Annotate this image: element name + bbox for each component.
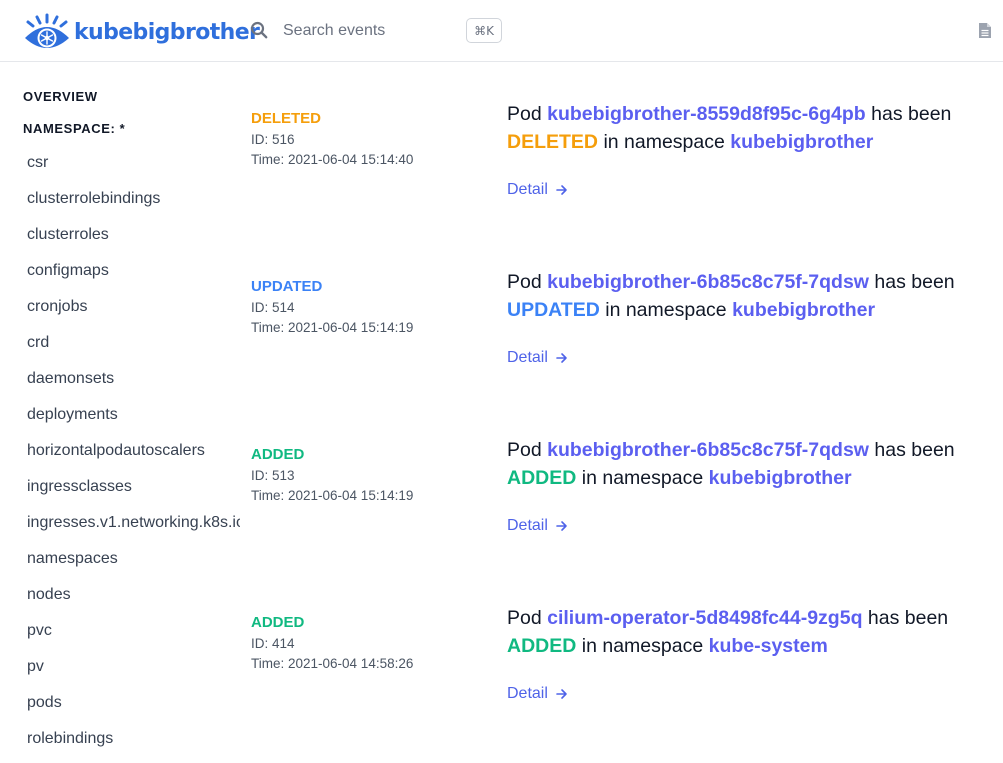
event-status: UPDATED [251,278,323,295]
event-namespace-prefix: in namespace [603,131,725,153]
sidebar-item-csr[interactable]: csr [27,154,240,172]
event-namespace-prefix: in namespace [581,635,704,657]
sidebar-item-daemonsets[interactable]: daemonsets [27,370,240,388]
event-verb: has been [867,607,949,629]
event-namespace-prefix: in namespace [581,467,704,489]
event-verb: has been [874,439,955,461]
detail-link[interactable]: Detail [507,349,568,367]
sidebar-item-ingresses[interactable]: ingresses.v1.networking.k8s.io [27,514,240,532]
namespace-link[interactable]: kubebigbrother [709,467,852,489]
sidebar: OVERVIEW NAMESPACE: * csr clusterrolebin… [0,62,240,763]
event-kind: Pod [507,103,542,125]
resource-name-link[interactable]: cilium-operator-5d8498fc44-9zg5q [547,607,862,629]
resource-name-link[interactable]: kubebigbrother-8559d8f95c-6g4pb [547,103,866,125]
sidebar-item-crd[interactable]: crd [27,334,240,352]
resource-name-link[interactable]: kubebigbrother-6b85c8c75f-7qdsw [547,439,869,461]
event-status: ADDED [251,614,305,631]
arrow-right-icon [556,689,567,699]
resource-name-link[interactable]: kubebigbrother-6b85c8c75f-7qdsw [547,271,869,293]
event-time: Time: 2021-06-04 15:14:19 [251,320,414,335]
event-time: Time: 2021-06-04 15:14:40 [251,152,414,167]
app-name: kubebigbrother [74,19,260,45]
eye-helm-logo-icon [25,13,69,48]
detail-label: Detail [507,181,548,198]
sidebar-item-namespaces[interactable]: namespaces [27,550,240,568]
sidebar-item-clusterrolebindings[interactable]: clusterrolebindings [27,190,240,208]
arrow-right-icon [556,521,567,531]
namespace-link[interactable]: kube-system [709,635,828,657]
sidebar-item-pods[interactable]: pods [27,694,240,712]
event-id: ID: 514 [251,300,295,315]
search-icon [250,21,268,39]
sidebar-item-deployments[interactable]: deployments [27,406,240,424]
detail-label: Detail [507,685,548,702]
overview-link[interactable]: OVERVIEW [23,89,98,104]
event-item: ADDED ID: 414 Time: 2021-06-04 14:58:26 … [251,607,991,744]
event-id: ID: 414 [251,636,295,651]
event-message: Pod kubebigbrother-8559d8f95c-6g4pb has … [507,100,997,156]
top-bar: kubebigbrother ⌘K [0,0,1003,62]
detail-link[interactable]: Detail [507,181,568,199]
detail-label: Detail [507,517,548,534]
sidebar-item-nodes[interactable]: nodes [27,586,240,604]
sidebar-item-configmaps[interactable]: configmaps [27,262,240,280]
sidebar-item-pv[interactable]: pv [27,658,240,676]
event-message: Pod cilium-operator-5d8498fc44-9zg5q has… [507,604,997,660]
event-kind: Pod [507,607,542,629]
event-item: DELETED ID: 516 Time: 2021-06-04 15:14:4… [251,103,991,240]
event-message: Pod kubebigbrother-6b85c8c75f-7qdsw has … [507,268,997,324]
event-time: Time: 2021-06-04 15:14:19 [251,488,414,503]
event-kind: Pod [507,439,542,461]
event-status: DELETED [251,110,322,127]
event-action: UPDATED [507,299,600,321]
sidebar-item-pvc[interactable]: pvc [27,622,240,640]
sidebar-item-cronjobs[interactable]: cronjobs [27,298,240,316]
sidebar-item-ingressclasses[interactable]: ingressclasses [27,478,240,496]
namespace-link[interactable]: kubebigbrother [732,299,875,321]
namespace-link[interactable]: kubebigbrother [730,131,873,153]
search-input[interactable] [276,16,456,46]
event-id: ID: 516 [251,132,295,147]
detail-label: Detail [507,349,548,366]
event-action: ADDED [507,635,577,657]
event-action: ADDED [507,467,577,489]
event-status: ADDED [251,446,305,463]
sidebar-item-clusterroles[interactable]: clusterroles [27,226,240,244]
event-item: UPDATED ID: 514 Time: 2021-06-04 15:14:1… [251,271,991,408]
event-message: Pod kubebigbrother-6b85c8c75f-7qdsw has … [507,436,997,492]
detail-link[interactable]: Detail [507,517,568,535]
event-kind: Pod [507,271,542,293]
event-verb: has been [874,271,955,293]
arrow-right-icon [556,353,567,363]
app-logo[interactable]: kubebigbrother [22,12,260,52]
event-verb: has been [871,103,952,125]
event-item: ADDED ID: 513 Time: 2021-06-04 15:14:19 … [251,439,991,576]
event-time: Time: 2021-06-04 14:58:26 [251,656,414,671]
event-action: DELETED [507,131,599,153]
search-shortcut-badge: ⌘K [466,18,502,43]
detail-link[interactable]: Detail [507,685,568,703]
event-id: ID: 513 [251,468,295,483]
namespace-selector[interactable]: NAMESPACE: * [23,121,125,136]
arrow-right-icon [556,185,567,195]
sidebar-item-rolebindings[interactable]: rolebindings [27,730,240,748]
sidebar-item-horizontalpodautoscalers[interactable]: horizontalpodautoscalers [27,442,240,460]
event-namespace-prefix: in namespace [605,299,727,321]
document-icon[interactable] [978,22,992,39]
